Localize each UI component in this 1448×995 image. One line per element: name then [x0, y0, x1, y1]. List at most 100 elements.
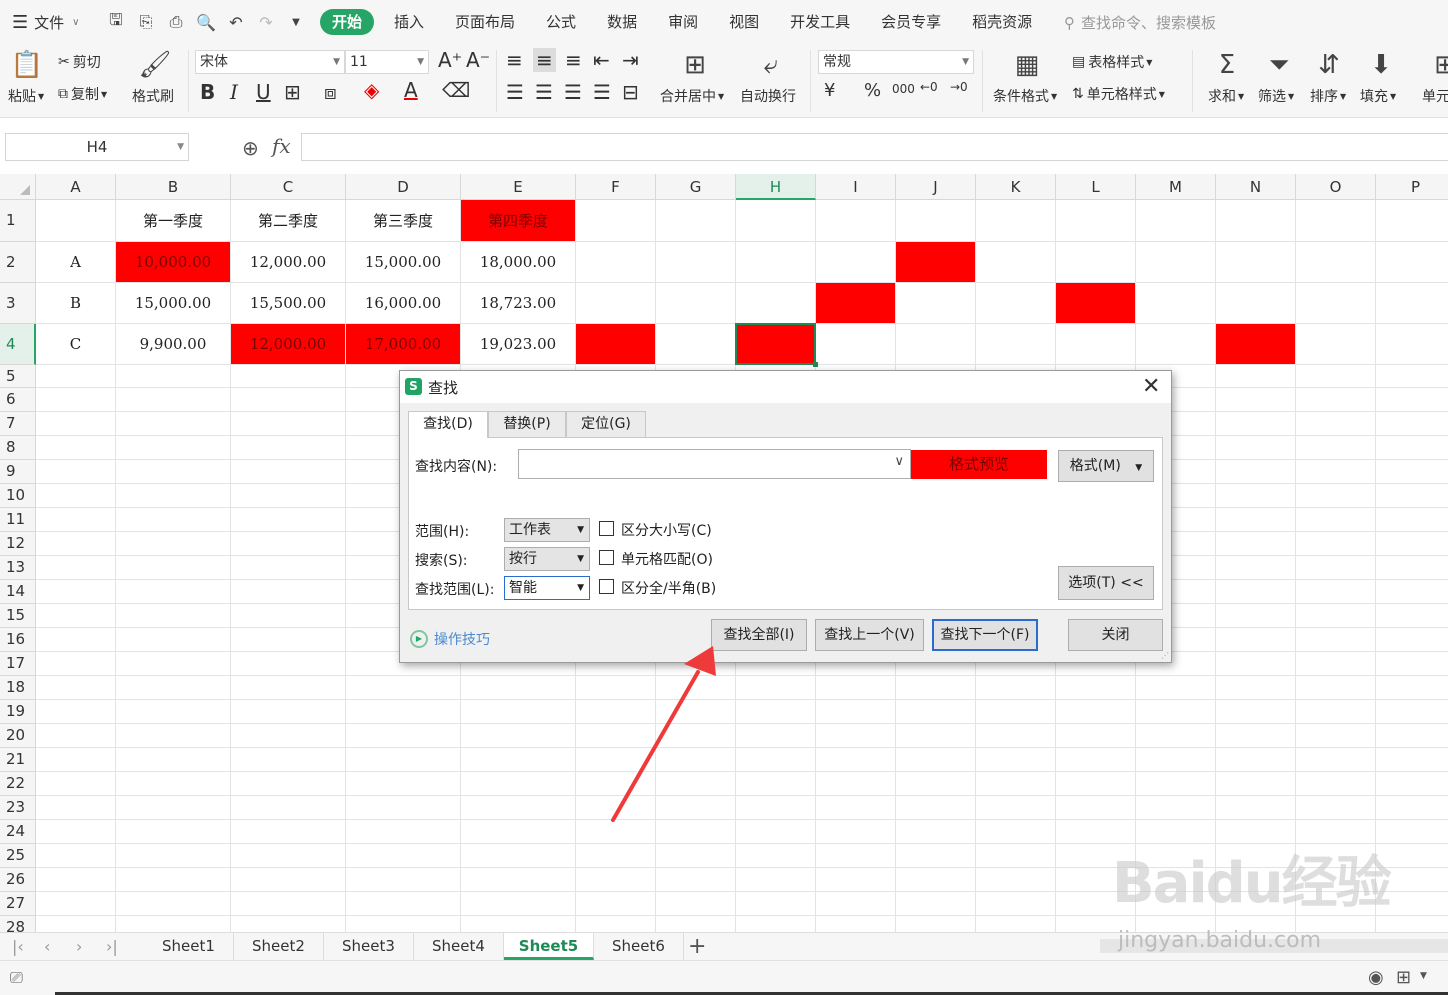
increase-decimal-icon[interactable]: ←0 [920, 80, 938, 94]
insert-function-button[interactable]: fx [272, 134, 291, 158]
cell-value[interactable]: 15,000.00 [116, 283, 230, 323]
underline-icon[interactable]: U [256, 80, 271, 104]
column-header-b[interactable]: B [116, 174, 231, 200]
align-top-icon[interactable]: ≡ [506, 48, 523, 72]
cell-value[interactable]: 10,000.00 [116, 242, 230, 282]
close-button[interactable]: 关闭 [1068, 619, 1163, 651]
row-header-22[interactable]: 22 [0, 772, 36, 796]
merge-center-button[interactable]: 合并居中 ▼ [660, 86, 724, 106]
match-cell-label[interactable]: 单元格匹配(O) [621, 549, 713, 569]
cell-value[interactable]: 18,723.00 [461, 283, 575, 323]
add-sheet-icon[interactable]: + [688, 933, 706, 960]
view-mode-icon[interactable]: ⊞ [1396, 967, 1411, 988]
conditional-format-button[interactable]: 条件格式 ▼ [993, 86, 1057, 106]
first-sheet-icon[interactable]: |‹ [12, 937, 24, 956]
row-header-25[interactable]: 25 [0, 844, 36, 868]
tab-page-layout[interactable]: 页面布局 [455, 9, 515, 35]
row-header-21[interactable]: 21 [0, 748, 36, 772]
align-left-icon[interactable]: ☰ [506, 80, 524, 104]
chevron-down-icon[interactable]: ∨ [894, 454, 904, 469]
sheet-tab[interactable]: Sheet1 [144, 933, 234, 960]
row-header-16[interactable]: 16 [0, 628, 36, 652]
cell-value[interactable]: 17,000.00 [346, 324, 460, 364]
column-header-k[interactable]: K [976, 174, 1056, 200]
row-header-13[interactable]: 13 [0, 556, 36, 580]
currency-icon[interactable]: ¥ [824, 80, 835, 101]
next-sheet-icon[interactable]: › [76, 937, 82, 956]
match-case-label[interactable]: 区分大小写(C) [621, 520, 712, 540]
font-color-icon[interactable]: A [404, 78, 418, 102]
sum-icon[interactable]: Σ [1210, 48, 1244, 82]
align-center-icon[interactable]: ☰ [535, 80, 553, 104]
row-header-10[interactable]: 10 [0, 484, 36, 508]
cell-row-label[interactable]: B [36, 283, 115, 323]
sheet-tab-active[interactable]: Sheet5 [504, 933, 594, 960]
highlighted-cell[interactable] [1216, 324, 1295, 364]
decrease-decimal-icon[interactable]: →0 [950, 80, 968, 94]
row-header-23[interactable]: 23 [0, 796, 36, 820]
sheet-tab[interactable]: Sheet4 [414, 933, 504, 960]
tab-developer[interactable]: 开发工具 [790, 9, 850, 35]
number-format-combo[interactable]: 常规 ▼ [818, 50, 974, 74]
column-header-c[interactable]: C [231, 174, 346, 200]
decrease-indent-icon[interactable]: ⇤ [593, 48, 610, 72]
row-header-18[interactable]: 18 [0, 676, 36, 700]
border-icon[interactable]: ⊞ [284, 80, 301, 104]
justify-icon[interactable]: ☰ [593, 80, 611, 104]
paste-icon[interactable]: 📋 [10, 48, 44, 82]
zoom-formula-icon[interactable]: ⊕ [242, 136, 259, 160]
merge-center-icon[interactable]: ⊞ [678, 48, 712, 82]
highlighted-cell[interactable] [816, 283, 895, 323]
column-header-p[interactable]: P [1376, 174, 1448, 200]
column-header-f[interactable]: F [576, 174, 656, 200]
increase-indent-icon[interactable]: ⇥ [622, 48, 639, 72]
row-header-26[interactable]: 26 [0, 868, 36, 892]
row-header-11[interactable]: 11 [0, 508, 36, 532]
cell-quarter-header[interactable]: 第四季度 [461, 200, 575, 241]
cell-row-label[interactable]: C [36, 324, 115, 364]
thousands-icon[interactable]: 000 [892, 82, 915, 96]
cell-value[interactable]: 12,000.00 [231, 242, 345, 282]
select-all-button[interactable] [0, 174, 36, 200]
tab-insert[interactable]: 插入 [394, 9, 424, 35]
dialog-title-bar[interactable]: S 查找 ✕ [400, 371, 1171, 403]
wrap-text-icon[interactable]: ⤶ [754, 48, 788, 82]
row-header-7[interactable]: 7 [0, 412, 36, 436]
font-size-combo[interactable]: 11 ▼ [345, 50, 429, 74]
tab-view[interactable]: 视图 [729, 9, 759, 35]
find-previous-button[interactable]: 查找上一个(V) [815, 619, 924, 651]
export-icon[interactable]: ⎘ [136, 12, 156, 32]
percent-icon[interactable]: % [864, 80, 881, 101]
fill-color-icon[interactable]: ◈ [364, 78, 379, 102]
bold-icon[interactable]: B [200, 80, 215, 104]
row-header-1[interactable]: 1 [0, 200, 36, 242]
distributed-icon[interactable]: ⊟ [622, 80, 639, 104]
cell-quarter-header[interactable]: 第二季度 [231, 200, 345, 241]
tab-find[interactable]: 查找(D) [408, 411, 488, 438]
column-header-o[interactable]: O [1296, 174, 1376, 200]
format-painter-icon[interactable]: 🖌 [138, 48, 172, 82]
sort-icon[interactable]: ⇵ [1312, 48, 1346, 82]
tab-docer[interactable]: 稻壳资源 [972, 9, 1032, 35]
column-header-j[interactable]: J [896, 174, 976, 200]
row-header-15[interactable]: 15 [0, 604, 36, 628]
match-case-checkbox[interactable] [599, 521, 614, 536]
look-in-select[interactable]: 智能 ▼ [504, 576, 590, 600]
format-painter-button[interactable]: 格式刷 [132, 86, 174, 106]
row-header-27[interactable]: 27 [0, 892, 36, 916]
resize-grip-icon[interactable]: ⋰ [1161, 651, 1169, 660]
row-header-14[interactable]: 14 [0, 580, 36, 604]
print-preview-icon[interactable]: 🔍 [196, 12, 216, 32]
tab-review[interactable]: 审阅 [668, 9, 698, 35]
wrap-text-button[interactable]: 自动换行 [740, 86, 796, 106]
cell-quarter-header[interactable]: 第一季度 [116, 200, 230, 241]
find-content-input[interactable]: ∨ [518, 449, 911, 479]
highlighted-cell[interactable] [576, 324, 655, 364]
row-header-3[interactable]: 3 [0, 283, 36, 324]
active-cell-selection[interactable] [735, 323, 818, 367]
find-next-button[interactable]: 查找下一个(F) [932, 619, 1038, 651]
copy-button[interactable]: ⧉ 复制 ▼ [58, 84, 107, 104]
tips-link[interactable]: ▶ 操作技巧 [410, 629, 490, 649]
row-header-6[interactable]: 6 [0, 388, 36, 412]
eye-protection-icon[interactable]: ◉ [1368, 967, 1384, 988]
